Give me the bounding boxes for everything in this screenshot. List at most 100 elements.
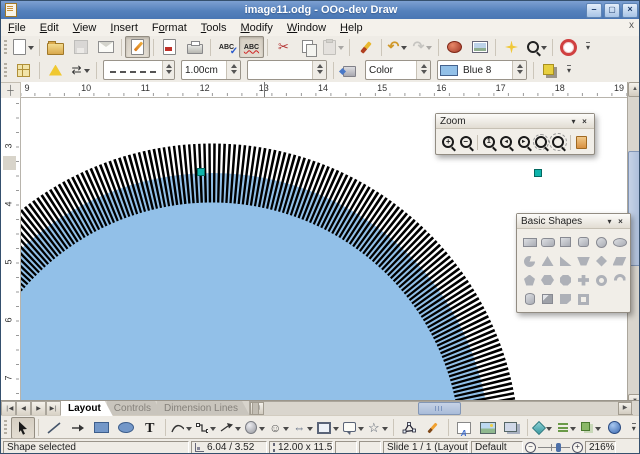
horizontal-scrollbar[interactable] <box>249 401 633 416</box>
rectangle-tool-button[interactable] <box>90 417 114 439</box>
lines-arrows-button[interactable] <box>218 417 243 439</box>
shape-rectangle-rounded-button[interactable] <box>538 233 557 251</box>
spinner[interactable] <box>226 61 240 79</box>
symbol-shapes-button[interactable] <box>267 417 291 439</box>
scroll-up-button[interactable] <box>628 82 640 97</box>
zoom-out-button[interactable] <box>457 132 473 152</box>
first-tab-button[interactable] <box>1 401 16 416</box>
callouts-button[interactable] <box>341 417 366 439</box>
email-button[interactable] <box>93 36 118 58</box>
spellcheck-button[interactable] <box>214 36 239 58</box>
print-button[interactable] <box>182 36 207 58</box>
menu-view[interactable]: View <box>66 21 104 35</box>
shape-frame-button[interactable] <box>574 290 593 308</box>
zoom-in-button[interactable] <box>440 132 456 152</box>
cursor-position-cell[interactable]: 6.04 / 3.52 <box>191 441 267 454</box>
toolbar-menu-button[interactable] <box>568 116 579 127</box>
menu-insert[interactable]: Insert <box>103 21 145 35</box>
block-arrows-button[interactable] <box>291 417 315 439</box>
line-color-select[interactable] <box>247 60 327 80</box>
menu-format[interactable]: Format <box>145 21 194 35</box>
toolbar-grip[interactable] <box>4 420 7 435</box>
line-tool-button[interactable] <box>42 417 66 439</box>
shape-square-rounded-button[interactable] <box>574 233 593 251</box>
insert-image-button[interactable] <box>476 417 500 439</box>
shape-diamond-button[interactable] <box>592 252 611 270</box>
extrusion-button[interactable] <box>603 417 627 439</box>
zoom-next-button[interactable] <box>515 132 531 152</box>
new-document-button[interactable] <box>11 36 36 58</box>
navigator-button[interactable] <box>499 36 524 58</box>
shape-regular-pentagon-button[interactable] <box>520 271 539 289</box>
auto-spellcheck-button[interactable] <box>239 36 264 58</box>
shape-trapezoid-button[interactable] <box>574 252 593 270</box>
shape-cylinder-button[interactable] <box>520 290 539 308</box>
chart-button[interactable] <box>442 36 467 58</box>
basic-shapes-palette[interactable]: Basic Shapes <box>516 213 631 313</box>
shape-hexagon-button[interactable] <box>538 271 557 289</box>
page-style-cell[interactable]: Default <box>471 441 523 454</box>
select-button[interactable] <box>11 417 35 439</box>
menu-edit[interactable]: Edit <box>33 21 66 35</box>
save-button[interactable] <box>68 36 93 58</box>
selection-handle[interactable] <box>197 168 205 176</box>
paste-button[interactable] <box>321 36 346 58</box>
shadow-button[interactable] <box>537 59 562 81</box>
styles-button[interactable] <box>11 59 36 81</box>
stars-button[interactable] <box>366 417 390 439</box>
alignment-button[interactable] <box>555 417 579 439</box>
vertical-ruler[interactable]: 34567 <box>1 98 21 400</box>
copy-button[interactable] <box>296 36 321 58</box>
shape-rectangle-button[interactable] <box>520 233 539 251</box>
shape-cross-button[interactable] <box>574 271 593 289</box>
object-size-cell[interactable]: 12.00 x 11.50 <box>269 441 333 454</box>
zoom-toolbar-titlebar[interactable]: Zoom <box>436 114 594 129</box>
shape-octagon-button[interactable] <box>556 271 575 289</box>
tab-dimension-lines[interactable]: Dimension Lines <box>157 401 250 416</box>
zoom-button[interactable] <box>524 36 549 58</box>
object-zoom-button[interactable] <box>574 132 590 152</box>
toolbar-grip[interactable] <box>4 40 7 55</box>
zoom-level-cell[interactable]: 216% <box>585 441 616 454</box>
shape-right-triangle-button[interactable] <box>556 252 575 270</box>
line-dialog-button[interactable] <box>43 59 68 81</box>
basic-shapes-titlebar[interactable]: Basic Shapes <box>517 214 630 229</box>
rotate-button[interactable] <box>531 417 555 439</box>
arrow-style-button[interactable] <box>68 59 93 81</box>
tab-layout[interactable]: Layout <box>61 401 113 416</box>
toolbar-overflow-button[interactable] <box>584 40 596 54</box>
shape-isosceles-triangle-button[interactable] <box>538 252 557 270</box>
toolbar-overflow-button[interactable] <box>630 421 640 435</box>
glue-points-button[interactable] <box>421 417 445 439</box>
zoom-floating-toolbar[interactable]: Zoom <box>435 113 595 155</box>
fontwork-gallery-button[interactable] <box>452 417 476 439</box>
close-button[interactable] <box>622 3 638 18</box>
toolbar-overflow-button[interactable] <box>565 63 577 77</box>
area-style-select[interactable]: Color <box>365 60 431 80</box>
close-palette-button[interactable] <box>615 216 626 227</box>
hyperlink-button[interactable] <box>467 36 492 58</box>
zoom-100-button[interactable] <box>481 132 497 152</box>
shape-square-button[interactable] <box>556 233 575 251</box>
shape-ellipse-button[interactable] <box>610 233 629 251</box>
zoom-out-slider-button[interactable] <box>525 442 536 453</box>
menu-file[interactable]: File <box>1 21 33 35</box>
spinner[interactable] <box>162 61 174 79</box>
flowchart-button[interactable] <box>315 417 341 439</box>
arrow-tool-button[interactable] <box>66 417 90 439</box>
toolbar-menu-button[interactable] <box>604 216 615 227</box>
scroll-right-button[interactable] <box>618 402 632 415</box>
next-tab-button[interactable] <box>31 401 46 416</box>
undo-button[interactable] <box>385 36 410 58</box>
redo-button[interactable] <box>410 36 435 58</box>
slide-info-cell[interactable]: Slide 1 / 1 (Layout) <box>383 441 469 454</box>
line-width-field[interactable]: 1.00cm <box>181 60 241 80</box>
edit-file-button[interactable] <box>125 36 150 58</box>
shape-ring-button[interactable] <box>592 271 611 289</box>
menu-modify[interactable]: Modify <box>233 21 279 35</box>
selection-handle[interactable] <box>534 169 542 177</box>
text-tool-button[interactable] <box>138 417 162 439</box>
menu-help[interactable]: Help <box>333 21 370 35</box>
zoom-in-slider-button[interactable] <box>572 442 583 453</box>
horizontal-ruler[interactable]: 910111213141516171819 <box>21 82 627 98</box>
